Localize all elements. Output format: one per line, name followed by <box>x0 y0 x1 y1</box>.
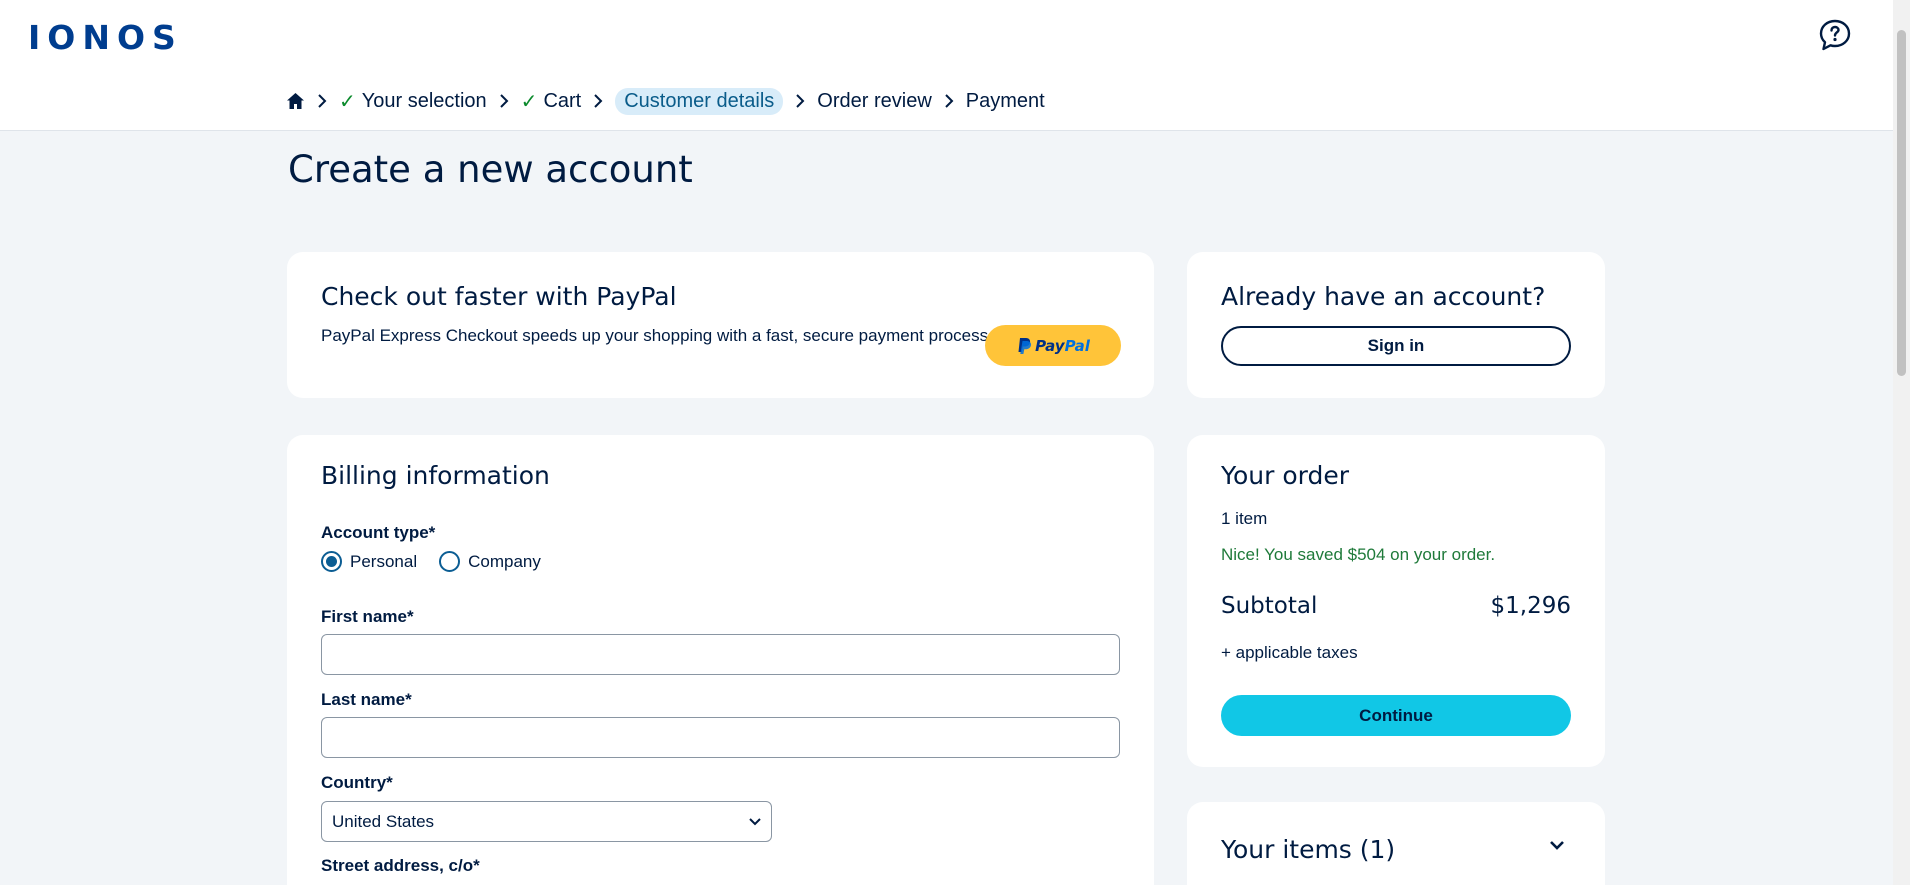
street-address-label: Street address, c/o* <box>321 856 480 875</box>
last-name-field[interactable] <box>321 717 1120 758</box>
continue-button[interactable]: Continue <box>1221 695 1571 736</box>
breadcrumb-label: Cart <box>543 89 582 112</box>
first-name-field[interactable] <box>321 634 1120 675</box>
subtotal-value: $1,296 <box>1490 593 1571 619</box>
savings-message: Nice! You saved $504 on your order. <box>1221 545 1496 564</box>
sign-in-button[interactable]: Sign in <box>1221 326 1571 366</box>
signin-card-title: Already have an account? <box>1221 282 1546 311</box>
breadcrumb-home[interactable] <box>286 92 305 110</box>
country-select-value: United States <box>332 811 435 831</box>
chevron-right-icon <box>944 93 954 109</box>
radio-company-label[interactable]: Company <box>468 552 541 572</box>
page-title: Create a new account <box>288 148 693 191</box>
check-icon: ✓ <box>339 90 356 113</box>
breadcrumb-customer-details: Customer details <box>615 87 784 115</box>
chevron-right-icon <box>795 93 805 109</box>
signin-card: Already have an account? Sign in <box>1187 252 1605 398</box>
radio-selected-dot <box>326 556 337 567</box>
account-type-label: Account type* <box>321 523 436 542</box>
breadcrumb-payment: Payment <box>965 89 1045 112</box>
order-summary-card: Your order 1 item Nice! You saved $504 o… <box>1187 435 1605 767</box>
breadcrumb-order-review: Order review <box>817 89 932 112</box>
scrollbar-thumb[interactable] <box>1897 30 1906 376</box>
chevron-down-icon[interactable] <box>1549 840 1565 850</box>
paypal-logo-icon <box>1018 337 1032 354</box>
chevron-right-icon <box>317 93 327 109</box>
paypal-wordmark-pay: Pay <box>1035 336 1065 355</box>
paypal-card: Check out faster with PayPal PayPal Expr… <box>287 252 1154 398</box>
paypal-card-title: Check out faster with PayPal <box>321 282 677 311</box>
order-title: Your order <box>1221 461 1349 490</box>
your-items-card[interactable]: Your items (1) <box>1187 802 1605 885</box>
chat-help-icon[interactable] <box>1818 18 1852 52</box>
chevron-down-icon <box>749 817 761 825</box>
last-name-label: Last name* <box>321 690 412 709</box>
radio-personal-label[interactable]: Personal <box>350 552 417 572</box>
paypal-description: PayPal Express Checkout speeds up your s… <box>321 326 993 345</box>
paypal-checkout-button[interactable]: Pay Pal <box>985 325 1121 366</box>
paypal-wordmark-pal: Pal <box>1064 336 1090 355</box>
subtotal-label: Subtotal <box>1221 593 1318 619</box>
check-icon: ✓ <box>520 90 538 113</box>
your-items-title: Your items (1) <box>1221 835 1396 864</box>
breadcrumb: ✓ Your selection ✓ Cart Customer details… <box>286 87 1045 115</box>
billing-title: Billing information <box>321 461 550 490</box>
chevron-right-icon <box>593 93 603 109</box>
radio-personal[interactable] <box>321 551 342 572</box>
breadcrumb-label: Your selection <box>361 89 487 112</box>
country-label: Country* <box>321 773 393 792</box>
breadcrumb-your-selection[interactable]: ✓ Your selection <box>339 89 487 114</box>
breadcrumb-cart[interactable]: ✓ Cart <box>521 89 582 114</box>
radio-company[interactable] <box>439 551 461 572</box>
billing-card: Billing information Account type* Person… <box>287 435 1154 885</box>
taxes-note: + applicable taxes <box>1221 643 1358 662</box>
home-icon <box>287 93 304 109</box>
chevron-right-icon <box>499 93 509 109</box>
item-count: 1 item <box>1221 509 1268 528</box>
first-name-label: First name* <box>321 607 414 626</box>
ionos-logo[interactable]: IONOS <box>28 18 183 57</box>
country-select[interactable]: United States <box>321 801 772 842</box>
account-type-radio-group: Personal Company <box>321 551 563 572</box>
page-scrollbar[interactable] <box>1893 0 1910 885</box>
header: IONOS ✓ Your selection ✓ Cart Customer d… <box>0 0 1893 131</box>
